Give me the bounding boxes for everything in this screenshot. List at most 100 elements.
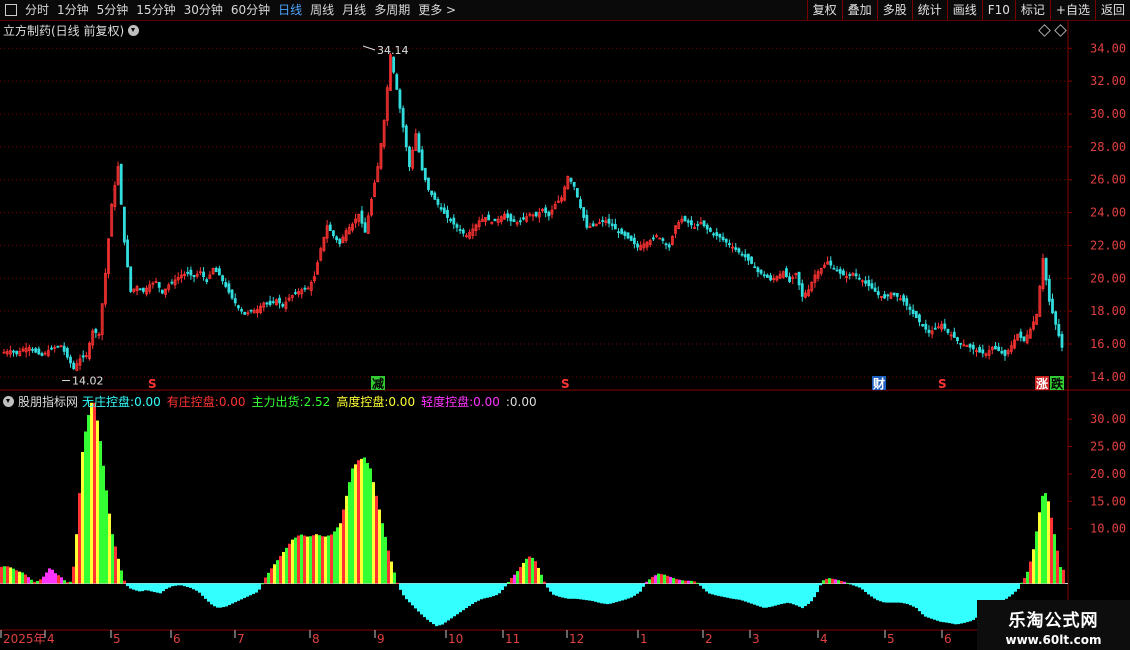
- indicator-bar: [210, 583, 213, 605]
- candle-body: [40, 353, 44, 356]
- indicator-bar: [48, 568, 51, 584]
- indicator-bar: [627, 583, 630, 599]
- indicator-bar: [921, 583, 924, 615]
- candle-body: [392, 56, 396, 73]
- indicator-bar: [459, 583, 462, 613]
- event-marker: S: [561, 377, 570, 391]
- high-label: 34.14: [377, 44, 409, 57]
- indicator-bar: [897, 583, 900, 603]
- indicator-bar: [249, 583, 252, 596]
- candle-body: [303, 287, 307, 290]
- indicator-bar: [3, 566, 6, 584]
- indicator-bar: [564, 583, 567, 599]
- indicator-bar: [294, 537, 297, 584]
- indicator-bar: [636, 583, 639, 594]
- indicator-bar: [273, 564, 276, 584]
- candle-body: [129, 266, 133, 292]
- indicator-bar: [21, 572, 24, 584]
- indicator-bar: [123, 580, 126, 584]
- indicator-bar: [732, 583, 735, 599]
- indicator-bar: [615, 583, 618, 603]
- candle-body: [202, 271, 205, 278]
- dropdown-icon[interactable]: [128, 25, 140, 36]
- candle-body: [626, 232, 630, 239]
- indicator-bar: [942, 583, 945, 623]
- candle-body: [544, 207, 548, 213]
- indicator-bar: [825, 578, 828, 584]
- indicator-bar: [1032, 549, 1035, 584]
- indicator-bar: [687, 580, 690, 584]
- indicator-bar: [234, 583, 237, 603]
- candle-body: [1003, 349, 1007, 356]
- candle-body: [401, 108, 405, 128]
- indicator-bar: [456, 583, 459, 615]
- indicator-bar: [333, 531, 336, 584]
- indicator-bar: [609, 583, 612, 604]
- candle-body: [892, 292, 896, 296]
- indicator-bar: [1062, 569, 1065, 584]
- indicator-bar: [705, 583, 708, 592]
- indicator-bar: [366, 462, 369, 584]
- candle-body: [37, 348, 41, 355]
- candle-body: [506, 213, 510, 218]
- indicator-bar: [1035, 531, 1038, 584]
- indicator-bar: [498, 583, 501, 594]
- indicator-bar: [486, 583, 489, 598]
- candle-body: [1060, 334, 1064, 348]
- candle-body: [449, 218, 453, 222]
- candle-body: [591, 223, 595, 227]
- candle-body: [797, 271, 801, 286]
- event-marker: 涨: [1036, 376, 1048, 391]
- indicator-bar: [420, 583, 423, 615]
- indicator-bar: [1029, 561, 1032, 584]
- indicator-bar: [60, 577, 63, 584]
- indicator-bar: [345, 495, 348, 584]
- indicator-bar: [786, 583, 789, 603]
- indicator-bar: [747, 583, 750, 603]
- candle-body: [705, 224, 709, 230]
- indicator-bar: [54, 573, 57, 584]
- candle-body: [582, 207, 586, 218]
- stock-title[interactable]: 立方制药(日线 前复权): [3, 22, 140, 39]
- indicator-bar: [537, 567, 540, 584]
- date-label: 4: [47, 632, 55, 646]
- indicator-bar: [744, 583, 747, 602]
- candle-body: [952, 331, 956, 338]
- candle-body: [138, 288, 142, 291]
- candle-body: [1051, 298, 1054, 314]
- candle-body: [629, 235, 633, 241]
- indicator-bar: [198, 583, 201, 593]
- candle-body: [512, 219, 516, 223]
- candle-body: [227, 283, 231, 293]
- indicator-bar: [489, 583, 492, 598]
- indicator-bar: [531, 557, 534, 584]
- indicator-bar: [789, 583, 792, 604]
- indicator-bar: [144, 583, 147, 591]
- indicator-bar: [888, 583, 891, 603]
- indicator-bar: [138, 583, 141, 592]
- candle-body: [968, 344, 972, 348]
- candle-body: [157, 282, 161, 288]
- indicator-bar: [477, 583, 480, 601]
- candle-body: [338, 238, 342, 245]
- indicator-bar: [258, 583, 261, 590]
- indicator-bar: [612, 583, 615, 603]
- indicator-bar: [657, 573, 660, 584]
- indicator-bar: [45, 572, 48, 584]
- legend-value-5: 0.00: [509, 394, 537, 409]
- indicator-bar: [324, 536, 327, 584]
- indicator-bar: [483, 583, 486, 599]
- indicator-bar: [165, 583, 168, 589]
- indicator-bar: [321, 536, 324, 584]
- price-tick-label: 20.00: [1090, 271, 1126, 285]
- indicator-bar: [603, 583, 606, 604]
- indicator-name[interactable]: 股朋指标网: [18, 393, 78, 410]
- indicator-bar: [81, 452, 84, 584]
- indicator-bar: [639, 583, 642, 592]
- candle-body: [72, 362, 76, 370]
- candle-body: [708, 228, 712, 232]
- indicator-bar: [861, 583, 864, 590]
- candle-body: [34, 348, 38, 353]
- indicator-bar: [648, 579, 651, 584]
- indicator-dropdown-icon[interactable]: [3, 396, 14, 407]
